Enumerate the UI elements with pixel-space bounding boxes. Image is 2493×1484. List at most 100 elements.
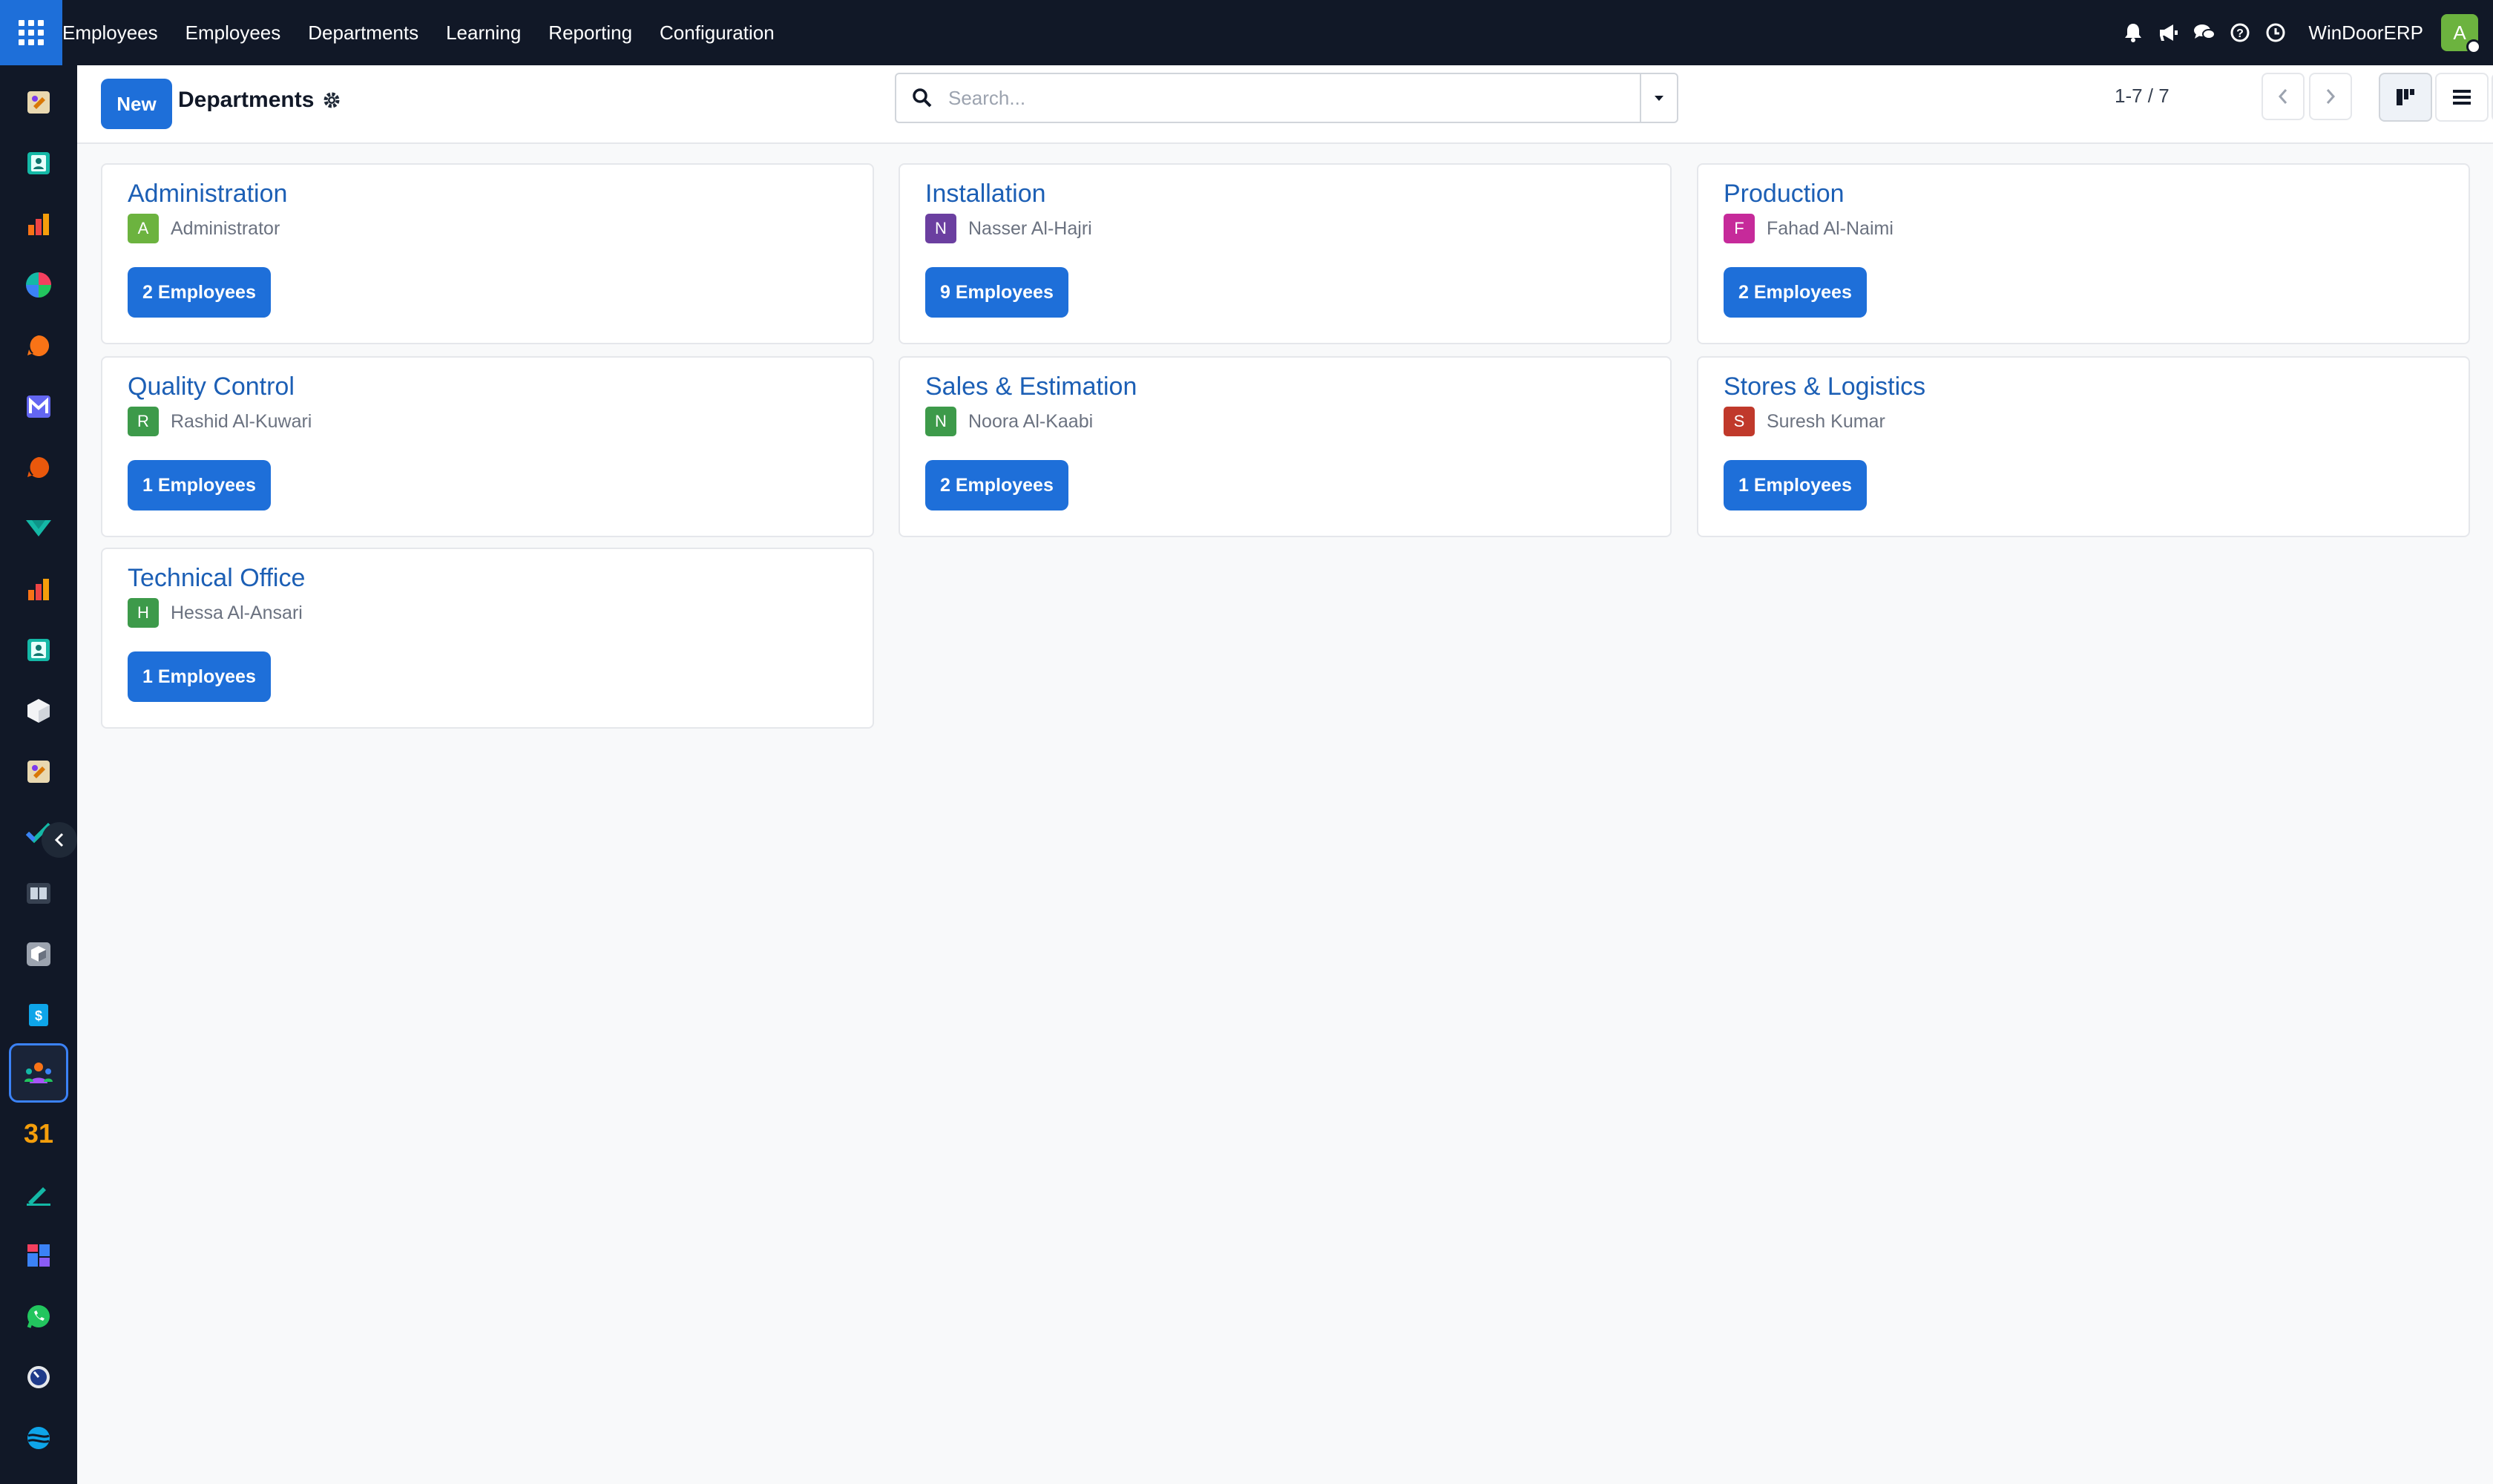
menu-employees[interactable]: Employees xyxy=(185,22,281,45)
manager-avatar: F xyxy=(1724,214,1755,243)
employees-button[interactable]: 1 Employees xyxy=(128,460,271,510)
manager-name: Rashid Al-Kuwari xyxy=(171,410,312,432)
employees-button[interactable]: 9 Employees xyxy=(925,267,1068,318)
user-initial: A xyxy=(2453,21,2466,44)
top-menu: Employees Employees Departments Learning… xyxy=(62,0,802,65)
manager-avatar: H xyxy=(128,598,159,628)
search-bar xyxy=(895,73,1678,123)
sign-app-icon[interactable] xyxy=(9,1165,68,1224)
dashboard-app-icon[interactable] xyxy=(9,1226,68,1285)
kanban-icon xyxy=(2397,89,2414,105)
menu-app-employees[interactable]: Employees xyxy=(62,22,158,45)
status-dot xyxy=(2466,39,2481,54)
systray: ? WinDoorERP A xyxy=(2115,0,2493,65)
calendar-app-icon[interactable]: 31 xyxy=(9,1104,68,1163)
search-options-toggle[interactable] xyxy=(1640,74,1677,122)
manager-name: Administrator xyxy=(171,217,280,239)
employees-app-icon[interactable] xyxy=(9,1043,68,1103)
contacts-app-icon[interactable] xyxy=(9,134,68,193)
email-marketing-app-icon[interactable] xyxy=(9,377,68,436)
list-view-button[interactable] xyxy=(2435,73,2489,122)
kanban-view-button[interactable] xyxy=(2379,73,2432,122)
manager-name: Fahad Al-Naimi xyxy=(1767,217,1893,239)
department-card[interactable]: Production F Fahad Al-Naimi 2 Employees xyxy=(1697,163,2470,344)
whatsapp-app-icon[interactable] xyxy=(9,1287,68,1346)
manager-avatar: R xyxy=(128,407,159,436)
manager-name: Nasser Al-Hajri xyxy=(968,217,1092,239)
helpdesk-app-icon[interactable] xyxy=(9,438,68,497)
department-name[interactable]: Quality Control xyxy=(128,372,295,401)
manager-name: Noora Al-Kaabi xyxy=(968,410,1094,432)
megaphone-icon[interactable] xyxy=(2151,0,2187,65)
svg-text:$: $ xyxy=(35,1008,42,1023)
user-avatar[interactable]: A xyxy=(2441,14,2481,54)
control-panel: New Departments 1-7 / 7 xyxy=(77,65,2493,144)
menu-reporting[interactable]: Reporting xyxy=(548,22,632,45)
chat-icon[interactable] xyxy=(2187,0,2222,65)
caret-down-icon xyxy=(1655,96,1663,101)
manager-name: Suresh Kumar xyxy=(1767,410,1885,432)
manager-avatar: N xyxy=(925,407,956,436)
purchase-app-icon[interactable] xyxy=(9,925,68,984)
employees-contacts-app-icon[interactable] xyxy=(9,620,68,680)
menu-learning[interactable]: Learning xyxy=(446,22,521,45)
pager-next-button[interactable] xyxy=(2309,73,2352,120)
menu-configuration[interactable]: Configuration xyxy=(660,22,775,45)
sales-app-icon[interactable] xyxy=(9,194,68,254)
department-card[interactable]: Stores & Logistics S Suresh Kumar 1 Empl… xyxy=(1697,356,2470,537)
bell-icon[interactable] xyxy=(2115,0,2151,65)
department-manager: A Administrator xyxy=(128,214,280,243)
department-manager: N Noora Al-Kaabi xyxy=(925,407,1093,436)
employees-button[interactable]: 1 Employees xyxy=(128,651,271,702)
pager-previous-button[interactable] xyxy=(2262,73,2305,120)
list-icon xyxy=(2453,90,2471,105)
search-input[interactable] xyxy=(948,86,1640,110)
department-name[interactable]: Production xyxy=(1724,180,1845,209)
department-name[interactable]: Installation xyxy=(925,180,1046,209)
gear-icon[interactable] xyxy=(322,91,341,114)
manager-name: Hessa Al-Ansari xyxy=(171,602,303,623)
pager-value[interactable]: 1-7 / 7 xyxy=(2115,85,2170,108)
manager-avatar: S xyxy=(1724,407,1755,436)
crm-app-icon[interactable] xyxy=(9,255,68,315)
department-card[interactable]: Installation N Nasser Al-Hajri 9 Employe… xyxy=(899,163,1672,344)
manager-avatar: A xyxy=(128,214,159,243)
page-title: Departments xyxy=(178,88,315,112)
knowledge-app-icon[interactable] xyxy=(9,864,68,923)
top-navbar: Employees Employees Departments Learning… xyxy=(0,0,2493,65)
employees-button[interactable]: 2 Employees xyxy=(128,267,271,318)
app-sidebar: $ 31 xyxy=(0,65,77,1484)
department-name[interactable]: Stores & Logistics xyxy=(1724,372,1925,401)
help-icon[interactable]: ? xyxy=(2222,0,2258,65)
invoicing-app-icon[interactable]: $ xyxy=(9,985,68,1045)
livechat-app-icon[interactable] xyxy=(9,316,68,375)
department-manager: S Suresh Kumar xyxy=(1724,407,1885,436)
department-name[interactable]: Administration xyxy=(128,180,287,209)
department-card[interactable]: Administration A Administrator 2 Employe… xyxy=(101,163,874,344)
project-app-icon[interactable] xyxy=(9,499,68,558)
employees-button[interactable]: 2 Employees xyxy=(925,460,1068,510)
website-app-icon[interactable] xyxy=(9,1408,68,1468)
employees-button[interactable]: 1 Employees xyxy=(1724,460,1867,510)
chevron-right-icon xyxy=(2326,89,2336,104)
clock-icon[interactable] xyxy=(2258,0,2293,65)
discuss-app-icon[interactable] xyxy=(9,73,68,132)
company-switcher[interactable]: WinDoorERP xyxy=(2308,22,2423,45)
sidebar-collapse-button[interactable] xyxy=(42,822,77,858)
department-card[interactable]: Technical Office H Hessa Al-Ansari 1 Emp… xyxy=(101,548,874,729)
department-name[interactable]: Sales & Estimation xyxy=(925,372,1137,401)
discuss-alt-app-icon[interactable] xyxy=(9,742,68,801)
department-manager: N Nasser Al-Hajri xyxy=(925,214,1092,243)
department-name[interactable]: Technical Office xyxy=(128,564,305,593)
department-card[interactable]: Quality Control R Rashid Al-Kuwari 1 Emp… xyxy=(101,356,874,537)
timesheet-app-icon[interactable] xyxy=(9,1347,68,1407)
app-menu-button[interactable] xyxy=(0,0,62,65)
menu-departments[interactable]: Departments xyxy=(308,22,418,45)
department-card[interactable]: Sales & Estimation N Noora Al-Kaabi 2 Em… xyxy=(899,356,1672,537)
employees-button[interactable]: 2 Employees xyxy=(1724,267,1867,318)
reporting-app-icon[interactable] xyxy=(9,559,68,619)
department-manager: R Rashid Al-Kuwari xyxy=(128,407,312,436)
new-button[interactable]: New xyxy=(101,79,172,129)
department-manager: H Hessa Al-Ansari xyxy=(128,598,303,628)
inventory-app-icon[interactable] xyxy=(9,681,68,741)
